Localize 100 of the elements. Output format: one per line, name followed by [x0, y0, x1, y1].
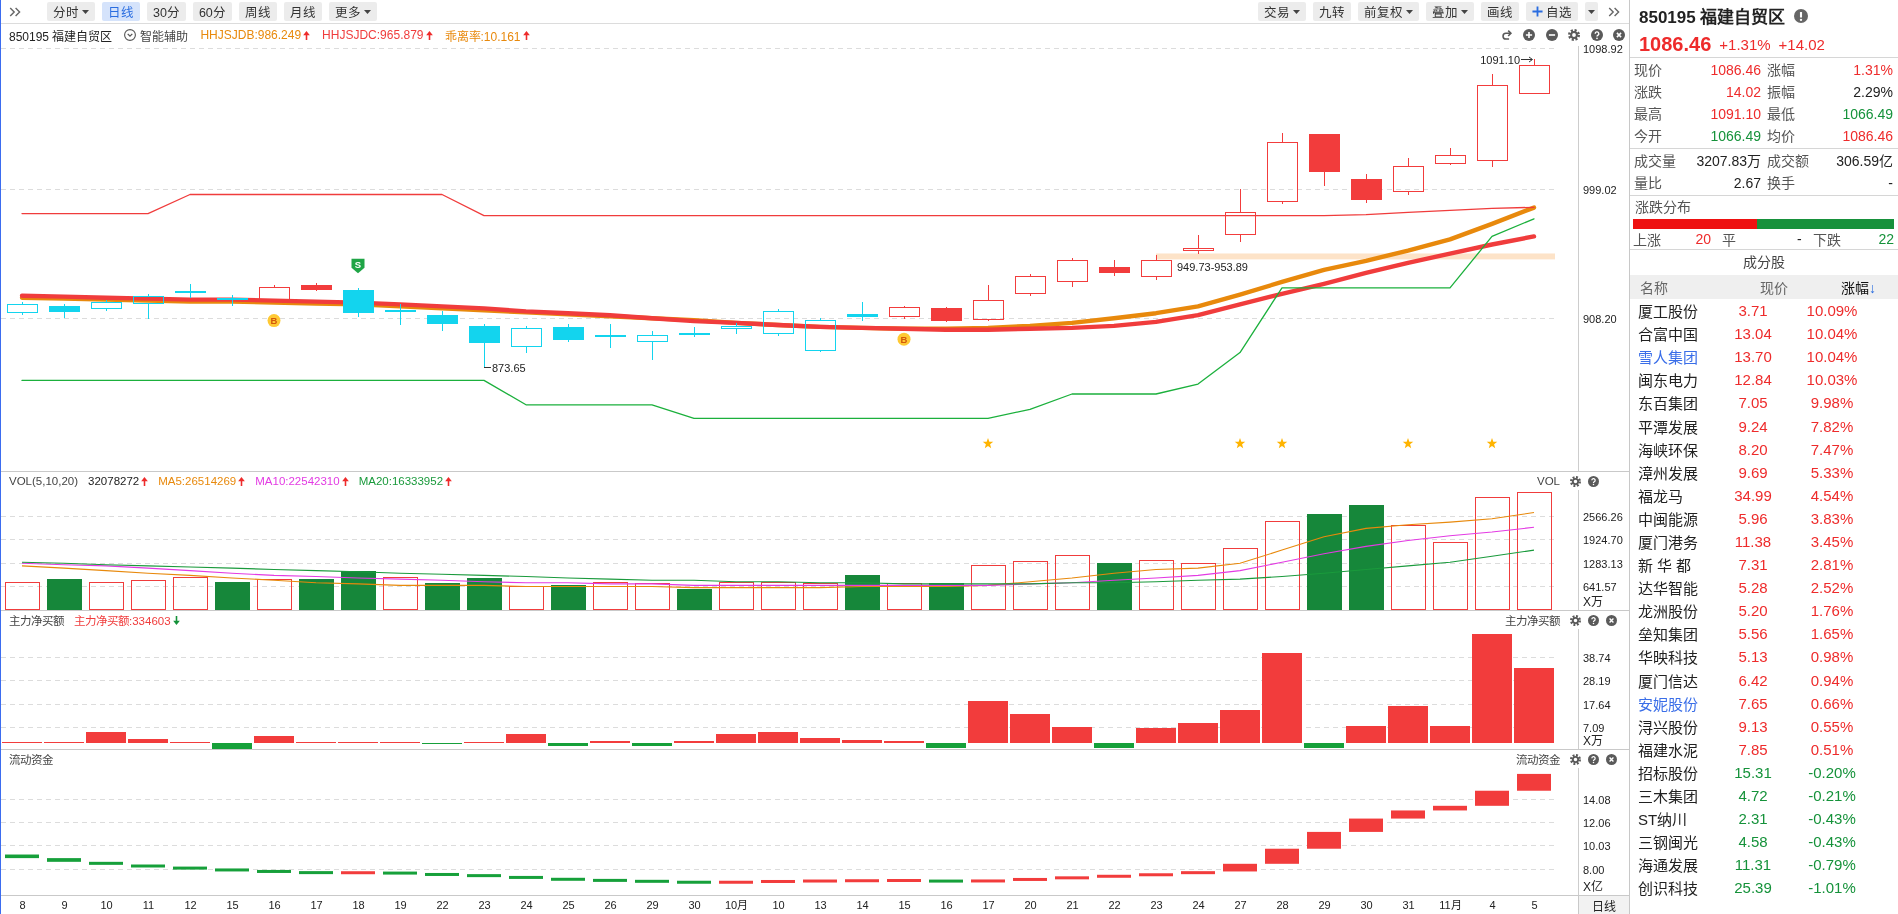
liquidity-bar — [1139, 873, 1173, 877]
liquidity-bar — [47, 858, 81, 862]
stat-value: 1086.46 — [1841, 127, 1893, 146]
axis-label: 38.74 — [1583, 651, 1611, 664]
date-label: 20 — [1024, 899, 1037, 911]
add-button[interactable]: 自选 — [1526, 2, 1578, 21]
period-tab[interactable]: 周线 — [238, 2, 277, 21]
period-label[interactable]: 日线 — [1578, 896, 1629, 914]
stock-name[interactable]: 平潭发展 — [1638, 415, 1718, 437]
date-label: 19 — [394, 899, 407, 911]
stock-name[interactable]: 福建水泥 — [1638, 738, 1718, 760]
breadth-label: 下跌 — [1812, 231, 1841, 249]
help-icon[interactable] — [1588, 753, 1599, 765]
stock-name[interactable]: 达华智能 — [1638, 577, 1718, 599]
stock-name[interactable]: 三木集团 — [1638, 785, 1718, 806]
stock-name[interactable]: 厦门信达 — [1638, 669, 1718, 691]
liquidity-bar — [677, 880, 711, 884]
stock-price: 7.05 — [1737, 394, 1769, 412]
stock-price: 12.84 — [1733, 371, 1773, 389]
help-icon[interactable] — [1590, 29, 1603, 41]
stock-name[interactable]: 雪人集团 — [1638, 346, 1718, 368]
settings-icon[interactable] — [1570, 614, 1581, 626]
stock-name[interactable]: 龙洲股份 — [1638, 600, 1718, 622]
indicator-value: 32078272 — [88, 475, 140, 487]
toolbar-button[interactable]: 九转 — [1313, 2, 1351, 21]
period-tab[interactable]: 分时 — [47, 2, 95, 21]
help-icon[interactable] — [1588, 614, 1599, 626]
date-label: 24 — [520, 899, 533, 911]
axis-unit-label: X万 — [1583, 595, 1603, 609]
curved-arrow-icon[interactable] — [1500, 29, 1513, 41]
period-tab[interactable]: 月线 — [283, 2, 322, 21]
axis-label: 1283.13 — [1583, 557, 1623, 570]
column-header[interactable]: 现价 — [1718, 277, 1788, 297]
stock-price: 34.99 — [1733, 486, 1773, 504]
stock-name[interactable]: 漳州发展 — [1638, 461, 1718, 483]
date-label: 27 — [1234, 899, 1247, 911]
period-tab[interactable]: 30分 — [147, 2, 186, 21]
stock-name[interactable]: 海峡环保 — [1638, 438, 1718, 460]
stock-name[interactable]: 东百集团 — [1638, 392, 1718, 414]
stat-label: 换手 — [1766, 174, 1796, 193]
liquidity-bar — [1223, 863, 1257, 872]
stock-name[interactable]: 安妮股份 — [1638, 692, 1718, 714]
stock-name[interactable]: 福龙马 — [1638, 484, 1718, 506]
stock-name[interactable]: 海通发展 — [1638, 854, 1718, 876]
stock-price: 4.58 — [1737, 833, 1769, 851]
leader-arrow — [1520, 56, 1533, 63]
dropdown-button[interactable]: 前复权 — [1358, 2, 1419, 21]
close-icon[interactable] — [1606, 614, 1617, 626]
liquidity-bar — [1349, 818, 1383, 832]
axis-label: 14.08 — [1583, 793, 1611, 806]
stock-name[interactable]: 垒知集团 — [1638, 623, 1718, 645]
column-header[interactable]: 涨幅↓ — [1788, 277, 1876, 297]
stock-name[interactable]: ST纳川 — [1638, 808, 1718, 830]
dropdown-button[interactable] — [1585, 2, 1598, 21]
liquidity-bar — [425, 872, 459, 876]
liquidity-bar — [803, 879, 837, 883]
close-icon[interactable] — [1613, 29, 1625, 41]
info-icon[interactable] — [1794, 8, 1809, 23]
close-icon[interactable] — [1606, 753, 1617, 765]
price-zone-label: 949.73-953.89 — [1177, 261, 1248, 273]
period-tab[interactable]: 日线 — [102, 2, 140, 21]
zoom-in-icon[interactable] — [1523, 29, 1535, 41]
stat-label: 均价 — [1766, 127, 1796, 146]
period-tab[interactable]: 更多 — [328, 2, 377, 21]
double-chevron-icon[interactable] — [1608, 5, 1620, 18]
stock-name[interactable]: 招标股份 — [1638, 761, 1718, 783]
date-label: 5 — [1531, 899, 1538, 911]
settings-icon[interactable] — [1568, 29, 1580, 41]
date-label: 15 — [898, 899, 911, 911]
stock-name[interactable]: 厦门港务 — [1638, 531, 1718, 552]
stock-change: 7.82% — [1809, 417, 1855, 435]
dropdown-button[interactable]: 叠加 — [1426, 2, 1474, 21]
liquidity-bar — [845, 879, 879, 883]
zoom-out-icon[interactable] — [1545, 29, 1558, 41]
stock-name[interactable]: 闽东电力 — [1638, 369, 1718, 391]
stat-label: 现价 — [1634, 61, 1663, 80]
stock-name[interactable]: 合富中国 — [1638, 323, 1718, 345]
stock-change: 10.09% — [1805, 302, 1859, 320]
stock-name[interactable]: 三钢闽光 — [1638, 831, 1718, 853]
stock-change: -0.20% — [1807, 763, 1857, 781]
stock-name[interactable]: 厦工股份 — [1638, 300, 1718, 322]
stock-name[interactable]: 创识科技 — [1638, 877, 1718, 899]
stock-name[interactable]: 中闽能源 — [1638, 507, 1718, 529]
settings-icon[interactable] — [1570, 475, 1581, 487]
dropdown-button[interactable]: 交易 — [1258, 2, 1306, 21]
period-tab[interactable]: 60分 — [192, 2, 232, 21]
liquidity-bar — [467, 874, 501, 878]
stock-price: 5.56 — [1737, 625, 1769, 643]
liquidity-bar — [761, 880, 795, 883]
stock-name[interactable]: 华映科技 — [1638, 646, 1718, 668]
stock-name[interactable]: 新 华 都 — [1638, 554, 1718, 576]
stock-name[interactable]: 浔兴股份 — [1638, 715, 1718, 737]
settings-icon[interactable] — [1570, 753, 1581, 765]
stat-label: 振幅 — [1766, 83, 1796, 102]
assist-dropdown[interactable]: 智能辅助 — [124, 26, 189, 44]
toolbar-button[interactable]: 画线 — [1481, 2, 1519, 21]
column-header[interactable]: 名称 — [1638, 277, 1718, 297]
double-chevron-icon[interactable] — [9, 5, 21, 18]
section-title: 涨跌分布 — [1634, 198, 1692, 217]
help-icon[interactable] — [1588, 475, 1599, 487]
